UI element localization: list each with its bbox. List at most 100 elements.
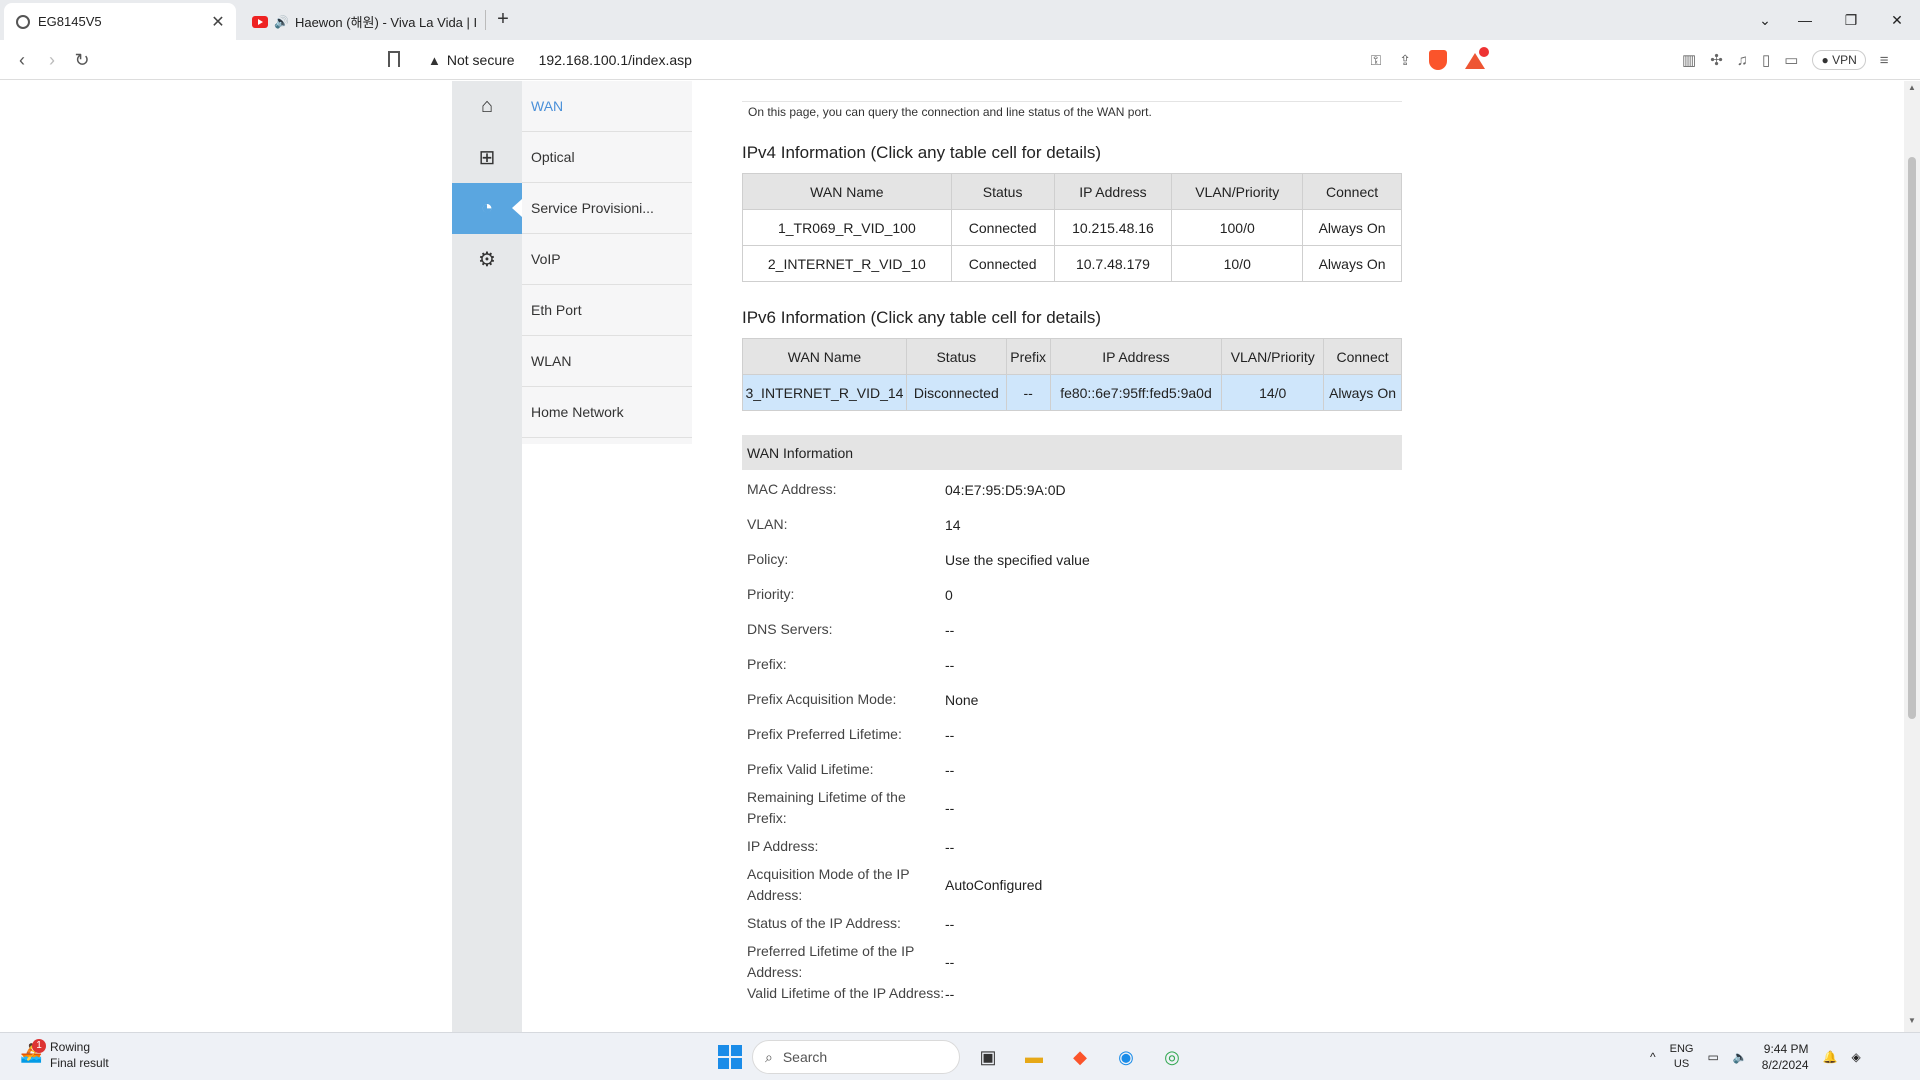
wallet-icon[interactable]: ▭ <box>1784 51 1798 69</box>
sidebar-item-voip[interactable]: VoIP <box>522 234 692 285</box>
info-value: 0 <box>945 586 953 603</box>
home-icon[interactable]: ⌂ <box>452 81 522 132</box>
address-bar[interactable]: ▲ Not secure 192.168.100.1/index.asp ⚿ ⇪ <box>420 44 1497 76</box>
table-row[interactable]: 1_TR069_R_VID_100 Connected 10.215.48.16… <box>742 209 1402 246</box>
sidebar-item-wan[interactable]: WAN <box>522 81 692 132</box>
brave-rewards-icon[interactable] <box>1465 47 1489 69</box>
language-indicator[interactable]: ENG US <box>1670 1042 1694 1072</box>
ipv4-table: WAN Name Status IP Address VLAN/Priority… <box>742 173 1402 282</box>
table-cell[interactable]: -- <box>1005 374 1051 411</box>
start-button[interactable] <box>718 1045 742 1069</box>
info-label: IP Address: <box>747 838 819 854</box>
brave-browser-icon[interactable]: ◆ <box>1062 1039 1098 1075</box>
info-label: Priority: <box>747 586 795 602</box>
sidebar-item-optical[interactable]: Optical <box>522 132 692 183</box>
menu-icon[interactable]: ≡ <box>1880 52 1889 69</box>
sidebar-item-service-provisioning[interactable]: Service Provisioni... <box>522 183 692 234</box>
table-row[interactable]: 2_INTERNET_R_VID_10 Connected 10.7.48.17… <box>742 245 1402 282</box>
task-view-icon[interactable]: ▣ <box>970 1039 1006 1075</box>
minimize-button[interactable]: — <box>1782 0 1828 40</box>
service-icon[interactable]: ⊞ <box>452 132 522 183</box>
sidebar-item-wlan[interactable]: WLAN <box>522 336 692 387</box>
table-cell[interactable]: 100/0 <box>1171 209 1304 246</box>
scroll-down-icon[interactable]: ▼ <box>1904 1016 1920 1030</box>
share-icon[interactable]: ⇪ <box>1399 52 1411 69</box>
status-submenu: WAN Optical Service Provisioni... VoIP E… <box>522 81 692 444</box>
bookmark-icon[interactable] <box>388 51 400 67</box>
settings-icon[interactable]: ⚙ <box>452 234 522 285</box>
table-cell[interactable]: Always On <box>1302 245 1402 282</box>
scroll-up-icon[interactable]: ▲ <box>1904 83 1920 97</box>
brave-shields-icon[interactable] <box>1429 50 1447 70</box>
table-cell[interactable]: fe80::6e7:95ff:fed5:9a0d <box>1049 374 1223 411</box>
info-value: AutoConfigured <box>945 877 1043 893</box>
table-cell[interactable]: Connected <box>950 245 1055 282</box>
sidebar-toggle-icon[interactable]: ▥ <box>1682 51 1696 69</box>
tab-strip: EG8145V5 ✕ 🔊 Haewon (해원) - Viva La Vida … <box>0 0 1920 40</box>
reload-button[interactable]: ↻ <box>70 48 94 72</box>
table-row-selected[interactable]: 3_INTERNET_R_VID_14 Disconnected -- fe80… <box>742 374 1402 411</box>
security-label[interactable]: Not secure <box>447 52 515 68</box>
info-row-ip-mode: Acquisition Mode of the IP Address: AutoC… <box>747 864 1397 906</box>
password-key-icon[interactable]: ⚿ <box>1371 52 1382 69</box>
lang-code: ENG <box>1669 1043 1694 1055</box>
table-cell[interactable]: 10.215.48.16 <box>1053 209 1173 246</box>
taskbar: 🚣 1 Rowing Final result ⌕ Search ▣ ▬ ◆ ◉ … <box>0 1032 1920 1080</box>
table-cell[interactable]: 10/0 <box>1171 245 1304 282</box>
vpn-button[interactable]: ● VPN <box>1812 50 1866 70</box>
chrome-icon[interactable]: ◎ <box>1154 1039 1190 1075</box>
info-row-vlan: VLAN: 14 <box>747 514 1397 535</box>
ipv6-title: IPv6 Information (Click any table cell f… <box>742 308 1102 327</box>
info-row-ip: IP Address: -- <box>747 836 1397 857</box>
info-row-mac: MAC Address: 04:E7:95:D5:9A:0D <box>747 479 1397 500</box>
table-cell[interactable]: Disconnected <box>905 374 1007 411</box>
tab-youtube[interactable]: 🔊 Haewon (해원) - Viva La Vida | I <box>248 3 480 40</box>
audio-playing-icon[interactable]: 🔊 <box>274 15 289 29</box>
reader-icon[interactable]: ▯ <box>1762 51 1770 69</box>
clock[interactable]: 9:44 PM 8/2/2024 <box>1762 1041 1809 1073</box>
info-label: Prefix Valid Lifetime: <box>747 761 874 777</box>
copilot-icon[interactable]: ◈ <box>1851 1050 1860 1064</box>
page-scrollbar[interactable]: ▲ ▼ <box>1904 81 1920 1032</box>
table-cell[interactable]: Always On <box>1302 209 1402 246</box>
table-cell[interactable]: 10.7.48.179 <box>1053 245 1173 282</box>
table-cell[interactable]: Always On <box>1323 374 1402 411</box>
forward-button[interactable]: › <box>40 48 64 72</box>
info-value: -- <box>945 915 955 932</box>
news-widget[interactable]: 🚣 1 Rowing Final result <box>20 1039 109 1071</box>
url-text[interactable]: 192.168.100.1/index.asp <box>539 52 692 68</box>
column-header: VLAN/Priority <box>1171 173 1304 210</box>
info-value: -- <box>945 800 955 816</box>
tab-router[interactable]: EG8145V5 ✕ <box>4 3 236 40</box>
info-value: -- <box>945 621 955 638</box>
volume-icon[interactable]: 🔈 <box>1733 1050 1748 1064</box>
taskbar-search[interactable]: ⌕ Search <box>752 1040 960 1074</box>
status-icon[interactable]: ◔ <box>452 183 522 234</box>
notifications-icon[interactable]: 🔔 <box>1823 1050 1838 1064</box>
back-button[interactable]: ‹ <box>10 48 34 72</box>
warning-icon[interactable]: ▲ <box>428 53 441 68</box>
table-cell[interactable]: Connected <box>950 209 1055 246</box>
show-hidden-icons[interactable]: ^ <box>1650 1050 1656 1064</box>
table-cell[interactable]: 14/0 <box>1221 374 1325 411</box>
close-tab-icon[interactable]: ✕ <box>208 12 228 32</box>
table-cell[interactable]: 1_TR069_R_VID_100 <box>742 209 952 246</box>
restore-button[interactable]: ❐ <box>1828 0 1874 40</box>
file-explorer-icon[interactable]: ▬ <box>1016 1039 1052 1075</box>
scroll-thumb[interactable] <box>1908 157 1916 719</box>
table-cell[interactable]: 2_INTERNET_R_VID_10 <box>742 245 952 282</box>
search-icon: ⌕ <box>765 1048 773 1065</box>
sidebar-item-home-network[interactable]: Home Network <box>522 387 692 438</box>
info-row-ip-status: Status of the IP Address: -- <box>747 913 1397 934</box>
network-icon[interactable]: ▭ <box>1707 1050 1718 1064</box>
media-icon[interactable]: ♫ <box>1737 52 1748 69</box>
new-tab-button[interactable]: + <box>490 6 516 32</box>
info-value: -- <box>945 954 955 970</box>
close-window-button[interactable]: ✕ <box>1874 0 1920 40</box>
extensions-icon[interactable]: ✣ <box>1710 51 1723 69</box>
info-label: Policy: <box>747 551 789 567</box>
wan-info-header: WAN Information <box>742 435 1402 470</box>
edge-icon[interactable]: ◉ <box>1108 1039 1144 1075</box>
table-cell[interactable]: 3_INTERNET_R_VID_14 <box>742 374 907 411</box>
sidebar-item-eth-port[interactable]: Eth Port <box>522 285 692 336</box>
